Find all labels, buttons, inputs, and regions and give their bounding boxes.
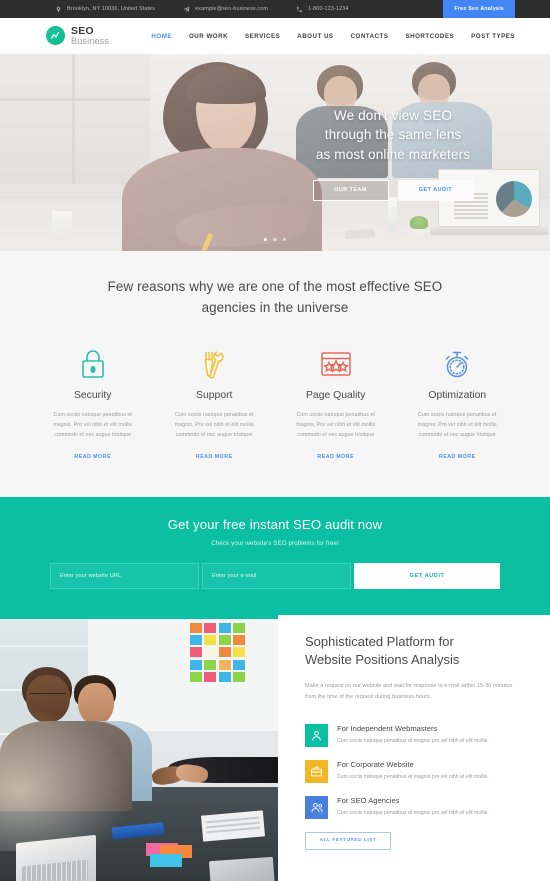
platform-lead-text: Make a request on our website and wait f…	[305, 683, 513, 701]
site-logo[interactable]: SEO Business	[0, 25, 110, 46]
user-person-icon	[305, 723, 328, 747]
feature-description: Cum sociis natoque penatibus et magnis. …	[174, 411, 254, 439]
nav-item-post-types[interactable]: POST TYPES	[471, 33, 515, 40]
audit-form: Enter your website URL Enter your e-mail…	[0, 562, 550, 589]
feature-card-page-quality: Page Quality Cum sociis natoque penatibu…	[275, 347, 397, 463]
hero-headline-line-2: through the same lens	[324, 127, 462, 143]
wrench-tools-icon	[168, 347, 262, 381]
nav-item-services[interactable]: SERVICES	[245, 33, 280, 40]
features-heading: Few reasons why we are one of the most e…	[0, 277, 550, 319]
seo-audit-section: Get your free instant SEO audit now Chec…	[0, 496, 550, 615]
feature-card-support: Support Cum sociis natoque penatibus et …	[154, 347, 276, 463]
hero-headline: We don't view SEO through the same lens …	[268, 106, 518, 164]
topbar-address-text: Brooklyn, NY 10036, United States	[67, 6, 156, 12]
padlock-icon	[46, 347, 140, 381]
feature-title: Optimization	[428, 389, 487, 401]
features-heading-line-2: agencies in the universe	[201, 299, 349, 315]
audit-subheading: Check your website's SEO problems for fr…	[211, 539, 339, 547]
platform-heading-line-2: Website Positions Analysis	[305, 652, 460, 668]
feature-title: Page Quality	[306, 389, 366, 401]
audit-submit-button[interactable]: GET AUDIT	[354, 562, 500, 589]
briefcase-icon	[305, 759, 328, 783]
topbar-email-text: example@seo-business.com	[195, 6, 269, 12]
platform-item-title: For Independent Webmasters	[337, 723, 438, 733]
hero-dot-2[interactable]	[273, 237, 277, 241]
stopwatch-icon	[411, 347, 505, 381]
hero-dot-3[interactable]	[282, 237, 287, 241]
hero-headline-line-1: We don't view SEO	[333, 108, 453, 123]
get-audit-button[interactable]: GET AUDIT	[397, 179, 474, 201]
our-team-button[interactable]: OUR TEAM	[312, 179, 389, 201]
hero-content: We don't view SEO through the same lens …	[268, 106, 518, 201]
nav-item-shortcodes[interactable]: SHORTCODES	[405, 33, 454, 40]
site-header: SEO Business HOME OUR WORK SERVICES ABOU…	[0, 18, 550, 54]
read-more-link[interactable]: READ MORE	[196, 454, 233, 460]
hero-dot-1[interactable]	[263, 237, 268, 241]
feature-title: Security	[73, 389, 112, 401]
logo-wordmark: SEO Business	[71, 25, 110, 46]
user-group-icon	[305, 795, 328, 819]
phone-icon	[296, 6, 303, 12]
audit-heading: Get your free instant SEO audit now	[167, 516, 383, 532]
topbar-address: Brooklyn, NY 10036, United States	[55, 6, 155, 13]
read-more-link[interactable]: READ MORE	[317, 454, 354, 460]
hero-slider: We don't view SEO through the same lens …	[0, 54, 550, 251]
nav-item-home[interactable]: HOME	[151, 33, 172, 40]
read-more-link[interactable]: READ MORE	[74, 454, 111, 460]
platform-item-body: For Corporate Website Cum sociis natoque…	[337, 760, 489, 783]
platform-heading: Sophisticated Platform for Website Posit…	[305, 633, 520, 671]
platform-items-list: For Independent Webmasters Cum sociis na…	[305, 723, 520, 819]
chart-zigzag-circle-icon	[46, 26, 65, 46]
nav-item-contacts[interactable]: CONTACTS	[351, 33, 389, 40]
website-url-input[interactable]: Enter your website URL	[50, 562, 199, 589]
location-pin-icon	[56, 6, 61, 12]
topbar-phone-text: 1-800-123-1234	[308, 6, 349, 12]
read-more-link[interactable]: READ MORE	[439, 454, 476, 460]
nav-item-our-work[interactable]: OUR WORK	[189, 33, 228, 40]
platform-item-title: For SEO Agencies	[337, 795, 400, 805]
features-heading-line-1: Few reasons why we are one of the most e…	[107, 279, 443, 294]
main-navigation: HOME OUR WORK SERVICES ABOUT US CONTACTS…	[151, 33, 515, 40]
feature-description: Cum sociis natoque penatibus et magnis. …	[53, 411, 133, 439]
feature-card-optimization: Optimization Cum sociis natoque penatibu…	[397, 347, 519, 463]
email-input[interactable]: Enter your e-mail	[202, 562, 351, 589]
feature-title: Support	[196, 389, 233, 401]
logo-line-2: Business	[71, 35, 110, 46]
all-featured-list-button[interactable]: ALL FEATURED LIST	[305, 831, 391, 850]
feature-description: Cum sociis natoque penatibus et magnis. …	[417, 411, 497, 439]
platform-photo	[0, 614, 278, 881]
platform-item-desc: Cum sociis natoque penatibus et magnis p…	[337, 737, 489, 744]
platform-item-seo-agencies: For SEO Agencies Cum sociis natoque pena…	[305, 795, 520, 819]
topbar-email[interactable]: example@seo-business.com	[183, 6, 268, 13]
hero-slider-dots	[263, 237, 287, 241]
nav-item-about-us[interactable]: ABOUT US	[297, 33, 333, 40]
top-contact-bar: Brooklyn, NY 10036, United States exampl…	[0, 0, 550, 18]
hero-buttons: OUR TEAM GET AUDIT	[268, 179, 518, 201]
platform-item-body: For Independent Webmasters Cum sociis na…	[337, 724, 489, 747]
platform-item-independent-webmasters: For Independent Webmasters Cum sociis na…	[305, 723, 520, 747]
features-grid: Security Cum sociis natoque penatibus et…	[0, 347, 550, 463]
topbar-contact-list: Brooklyn, NY 10036, United States exampl…	[0, 6, 349, 13]
platform-section: Sophisticated Platform for Website Posit…	[0, 614, 550, 881]
feature-description: Cum sociis natoque penatibus et magnis. …	[296, 411, 376, 439]
features-section: Few reasons why we are one of the most e…	[0, 251, 550, 497]
platform-item-desc: Cum sociis natoque penatibus et magnis p…	[337, 809, 489, 816]
paper-plane-icon	[183, 6, 190, 12]
free-seo-analysis-button[interactable]: Free Seo Analysis	[443, 0, 515, 18]
feature-card-security: Security Cum sociis natoque penatibus et…	[32, 347, 154, 463]
platform-text: Sophisticated Platform for Website Posit…	[278, 615, 550, 881]
platform-item-desc: Cum sociis natoque penatibus et magnis p…	[337, 773, 489, 780]
platform-item-corporate-website: For Corporate Website Cum sociis natoque…	[305, 759, 520, 783]
platform-item-title: For Corporate Website	[337, 759, 414, 769]
hero-headline-line-3: as most online marketers	[315, 146, 471, 162]
browser-stars-icon	[289, 347, 383, 381]
platform-heading-line-1: Sophisticated Platform for	[305, 633, 454, 649]
platform-item-body: For SEO Agencies Cum sociis natoque pena…	[337, 796, 489, 819]
topbar-phone[interactable]: 1-800-123-1234	[296, 6, 348, 13]
